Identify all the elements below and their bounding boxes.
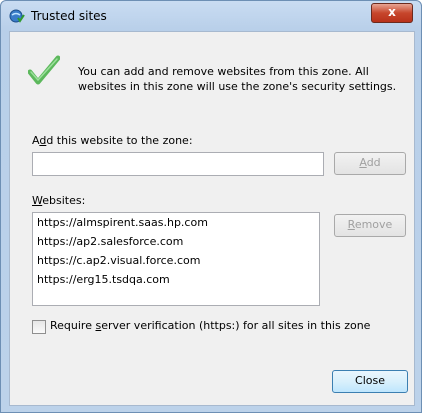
websites-label-post: ebsites: — [42, 194, 86, 207]
trusted-sites-dialog: Trusted sites x You can add and remove w… — [0, 0, 422, 413]
add-button[interactable]: Add — [334, 152, 406, 175]
list-item[interactable]: https://ap2.salesforce.com — [33, 232, 319, 251]
close-window-button[interactable]: x — [371, 3, 413, 23]
list-item[interactable]: https://erg15.tsdqa.com — [33, 270, 319, 289]
list-item[interactable]: https://almspirent.saas.hp.com — [33, 213, 319, 232]
close-icon: x — [388, 5, 396, 19]
add-website-input[interactable] — [32, 152, 324, 176]
websites-label: Websites: — [32, 194, 85, 207]
title-bar[interactable]: Trusted sites x — [1, 1, 421, 31]
websites-list[interactable]: https://almspirent.saas.hp.com https://a… — [32, 212, 320, 306]
remove-button[interactable]: Remove — [334, 214, 406, 237]
add-button-accel: A — [359, 156, 367, 169]
verify-label-post: erver verification (https:) for all site… — [101, 319, 371, 332]
websites-label-accel: W — [32, 194, 43, 207]
list-item[interactable]: https://c.ap2.visual.force.com — [33, 251, 319, 270]
info-text: You can add and remove websites from thi… — [78, 65, 397, 93]
trusted-sites-icon — [9, 8, 25, 24]
close-button[interactable]: Close — [332, 370, 408, 393]
require-verification-checkbox[interactable] — [32, 320, 46, 334]
add-website-label: Add this website to the zone: — [32, 134, 193, 147]
dialog-body: You can add and remove websites from thi… — [9, 31, 415, 406]
window-title: Trusted sites — [31, 9, 107, 23]
verify-label-pre: Require — [50, 319, 96, 332]
remove-button-accel: R — [347, 218, 355, 231]
require-verification-label[interactable]: Require server verification (https:) for… — [50, 319, 370, 332]
remove-button-post: emove — [354, 218, 393, 231]
add-button-post: dd — [366, 156, 381, 169]
checkmark-icon — [27, 54, 61, 86]
add-label-post: d this website to the zone: — [46, 134, 193, 147]
